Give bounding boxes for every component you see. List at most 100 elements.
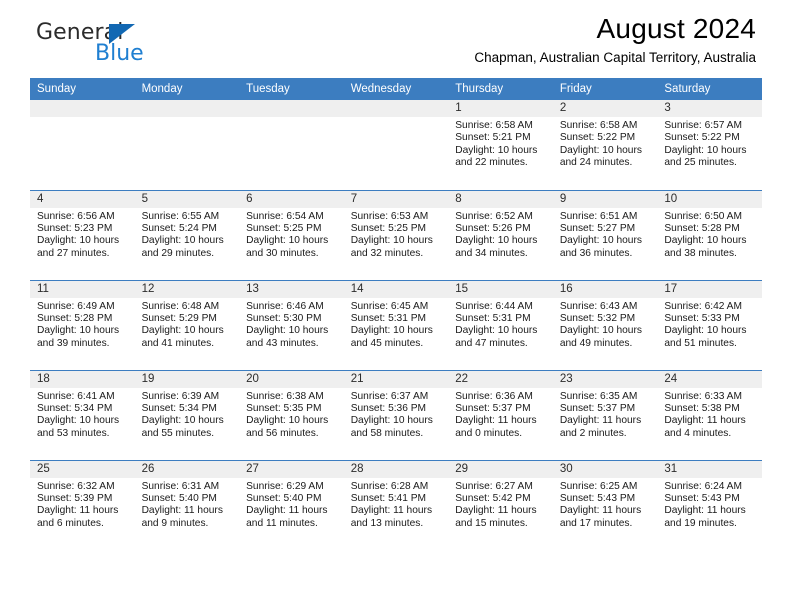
weekday-header-thursday: Thursday (448, 78, 553, 100)
calendar-day-cell[interactable]: 1 Sunrise: 6:58 AM Sunset: 5:21 PM Daylight… (448, 100, 553, 190)
calendar-day-cell[interactable]: 10 Sunrise: 6:50 AM Sunset: 5:28 PM Dayligh… (657, 189, 762, 280)
calendar-day-cell[interactable]: 22 Sunrise: 6:36 AM Sunset: 5:37 PM Dayligh… (448, 369, 553, 460)
day-details: Sunrise: 6:32 AM Sunset: 5:39 PM Daylight:… (30, 478, 135, 531)
day-number: 22 (448, 370, 553, 388)
calendar-day-cell[interactable]: 17 Sunrise: 6:42 AM Sunset: 5:33 PM Dayligh… (657, 279, 762, 370)
day-details: Sunrise: 6:52 AM Sunset: 5:26 PM Daylight:… (448, 208, 553, 261)
daylight-text-line2: and 49 minutes. (559, 337, 633, 349)
sunset-text: Sunset: 5:22 PM (664, 132, 740, 144)
calendar-day-cell[interactable]: 24 Sunrise: 6:33 AM Sunset: 5:38 PM Dayligh… (657, 369, 762, 460)
calendar-week-row: 11 Sunrise: 6:49 AM Sunset: 5:28 PM Dayligh… (30, 279, 762, 370)
day-number: 4 (30, 190, 135, 208)
sunset-text: Sunset: 5:25 PM (350, 222, 427, 234)
day-details: Sunrise: 6:24 AM Sunset: 5:43 PM Daylight:… (657, 478, 762, 531)
daylight-text-line2: and 15 minutes. (455, 517, 528, 529)
sunset-text: Sunset: 5:43 PM (559, 492, 636, 504)
calendar-week-row: 4 Sunrise: 6:56 AM Sunset: 5:23 PM Daylight… (30, 189, 762, 280)
daylight-text-line1: Daylight: 11 hours (246, 505, 328, 517)
calendar-day-cell[interactable]: 4 Sunrise: 6:56 AM Sunset: 5:23 PM Daylight… (30, 189, 135, 280)
weekday-header-sunday: Sunday (30, 78, 135, 100)
weekday-header-row: Sunday Monday Tuesday Wednesday Thursday… (30, 78, 762, 100)
calendar-day-cell[interactable]: 8 Sunrise: 6:52 AM Sunset: 5:26 PM Daylight… (448, 189, 553, 280)
sunset-text: Sunset: 5:37 PM (559, 402, 636, 414)
day-details: Sunrise: 6:49 AM Sunset: 5:28 PM Daylight:… (30, 298, 135, 351)
calendar-week-row: 25 Sunrise: 6:32 AM Sunset: 5:39 PM Dayligh… (30, 459, 762, 550)
day-number: 27 (239, 460, 344, 478)
day-number: 24 (657, 370, 762, 388)
sunrise-text: Sunrise: 6:52 AM (455, 210, 533, 222)
day-details: Sunrise: 6:58 AM Sunset: 5:22 PM Daylight:… (553, 117, 658, 170)
sunrise-text: Sunrise: 6:28 AM (350, 480, 429, 492)
daylight-text-line1: Daylight: 10 hours (664, 235, 747, 247)
day-number: 19 (134, 370, 240, 388)
calendar-day-cell[interactable]: 21 Sunrise: 6:37 AM Sunset: 5:36 PM Dayligh… (343, 369, 449, 460)
calendar-day-cell[interactable]: 16 Sunrise: 6:43 AM Sunset: 5:32 PM Dayligh… (552, 279, 658, 370)
sunrise-text: Sunrise: 6:53 AM (350, 210, 429, 222)
day-number: 14 (343, 280, 449, 298)
sunrise-text: Sunrise: 6:44 AM (455, 300, 533, 312)
calendar-day-cell[interactable]: 3 Sunrise: 6:57 AM Sunset: 5:22 PM Daylight… (657, 100, 762, 190)
page-title: August 2024 (596, 13, 756, 44)
daylight-text-line1: Daylight: 10 hours (246, 325, 329, 337)
daylight-text-line2: and 53 minutes. (37, 427, 110, 439)
daylight-text-line1: Daylight: 10 hours (455, 144, 538, 156)
sunset-text: Sunset: 5:28 PM (37, 312, 113, 324)
calendar-day-cell[interactable]: 30 Sunrise: 6:25 AM Sunset: 5:43 PM Dayligh… (552, 459, 658, 550)
sunrise-text: Sunrise: 6:54 AM (246, 210, 324, 222)
calendar-day-cell[interactable]: 27 Sunrise: 6:29 AM Sunset: 5:40 PM Dayligh… (239, 459, 344, 550)
sunrise-text: Sunrise: 6:24 AM (664, 480, 742, 492)
calendar-day-cell[interactable]: 26 Sunrise: 6:31 AM Sunset: 5:40 PM Dayligh… (134, 459, 240, 550)
day-number: 23 (552, 370, 658, 388)
sunset-text: Sunset: 5:39 PM (37, 492, 113, 504)
calendar-day-cell[interactable]: 23 Sunrise: 6:35 AM Sunset: 5:37 PM Dayligh… (552, 369, 658, 460)
daylight-text-line1: Daylight: 10 hours (350, 325, 433, 337)
daylight-text-line1: Daylight: 11 hours (559, 505, 642, 517)
day-number: 26 (134, 460, 240, 478)
calendar-day-cell[interactable]: 11 Sunrise: 6:49 AM Sunset: 5:28 PM Dayligh… (30, 279, 135, 370)
calendar-day-cell[interactable]: 19 Sunrise: 6:39 AM Sunset: 5:34 PM Dayligh… (134, 369, 240, 460)
day-number: 29 (448, 460, 553, 478)
day-number (343, 100, 449, 117)
calendar-day-cell[interactable]: 9 Sunrise: 6:51 AM Sunset: 5:27 PM Daylight… (552, 189, 658, 280)
calendar-day-cell[interactable]: 13 Sunrise: 6:46 AM Sunset: 5:30 PM Dayligh… (239, 279, 344, 370)
sunrise-text: Sunrise: 6:36 AM (455, 390, 533, 402)
day-number: 17 (657, 280, 762, 298)
sunrise-text: Sunrise: 6:49 AM (37, 300, 115, 312)
day-details: Sunrise: 6:48 AM Sunset: 5:29 PM Daylight:… (135, 298, 240, 351)
calendar-day-cell[interactable]: 28 Sunrise: 6:28 AM Sunset: 5:41 PM Dayligh… (343, 459, 449, 550)
day-details: Sunrise: 6:44 AM Sunset: 5:31 PM Daylight:… (448, 298, 553, 351)
day-number: 2 (552, 100, 658, 117)
calendar-day-cell[interactable]: 15 Sunrise: 6:44 AM Sunset: 5:31 PM Dayligh… (448, 279, 553, 370)
sunset-text: Sunset: 5:38 PM (664, 402, 740, 414)
day-details: Sunrise: 6:28 AM Sunset: 5:41 PM Daylight:… (344, 478, 449, 531)
sunrise-text: Sunrise: 6:43 AM (559, 300, 638, 312)
calendar-day-cell[interactable]: 7 Sunrise: 6:53 AM Sunset: 5:25 PM Daylight… (343, 189, 449, 280)
day-number (134, 100, 240, 117)
sunset-text: Sunset: 5:22 PM (559, 132, 636, 144)
calendar-day-cell[interactable]: 25 Sunrise: 6:32 AM Sunset: 5:39 PM Dayligh… (30, 459, 135, 550)
calendar-day-cell[interactable]: 20 Sunrise: 6:38 AM Sunset: 5:35 PM Dayligh… (239, 369, 344, 460)
calendar-day-cell[interactable]: 29 Sunrise: 6:27 AM Sunset: 5:42 PM Dayligh… (448, 459, 553, 550)
sunset-text: Sunset: 5:40 PM (141, 492, 217, 504)
day-number: 5 (134, 190, 240, 208)
calendar-day-cell[interactable]: 18 Sunrise: 6:41 AM Sunset: 5:34 PM Dayligh… (30, 369, 135, 460)
calendar-day-cell[interactable]: 31 Sunrise: 6:24 AM Sunset: 5:43 PM Dayligh… (657, 459, 762, 550)
day-number: 8 (448, 190, 553, 208)
weekday-header-wednesday: Wednesday (343, 78, 449, 100)
daylight-text-line2: and 30 minutes. (246, 247, 319, 259)
brand-logo[interactable]: General Blue (36, 21, 216, 73)
calendar-day-cell[interactable]: 5 Sunrise: 6:55 AM Sunset: 5:24 PM Daylight… (134, 189, 240, 280)
calendar-day-cell-empty (239, 100, 344, 190)
sunrise-text: Sunrise: 6:51 AM (559, 210, 638, 222)
calendar-day-cell[interactable]: 14 Sunrise: 6:45 AM Sunset: 5:31 PM Dayligh… (343, 279, 449, 370)
calendar-day-cell[interactable]: 12 Sunrise: 6:48 AM Sunset: 5:29 PM Dayligh… (134, 279, 240, 370)
sunset-text: Sunset: 5:30 PM (246, 312, 322, 324)
sunset-text: Sunset: 5:35 PM (246, 402, 322, 414)
day-number (30, 100, 135, 117)
day-details: Sunrise: 6:51 AM Sunset: 5:27 PM Daylight:… (553, 208, 658, 261)
calendar-day-cell[interactable]: 2 Sunrise: 6:58 AM Sunset: 5:22 PM Daylight… (552, 100, 658, 190)
sunrise-text: Sunrise: 6:48 AM (141, 300, 220, 312)
sunrise-text: Sunrise: 6:58 AM (455, 120, 533, 131)
daylight-text-line2: and 34 minutes. (455, 247, 528, 259)
calendar-day-cell[interactable]: 6 Sunrise: 6:54 AM Sunset: 5:25 PM Daylight… (239, 189, 344, 280)
